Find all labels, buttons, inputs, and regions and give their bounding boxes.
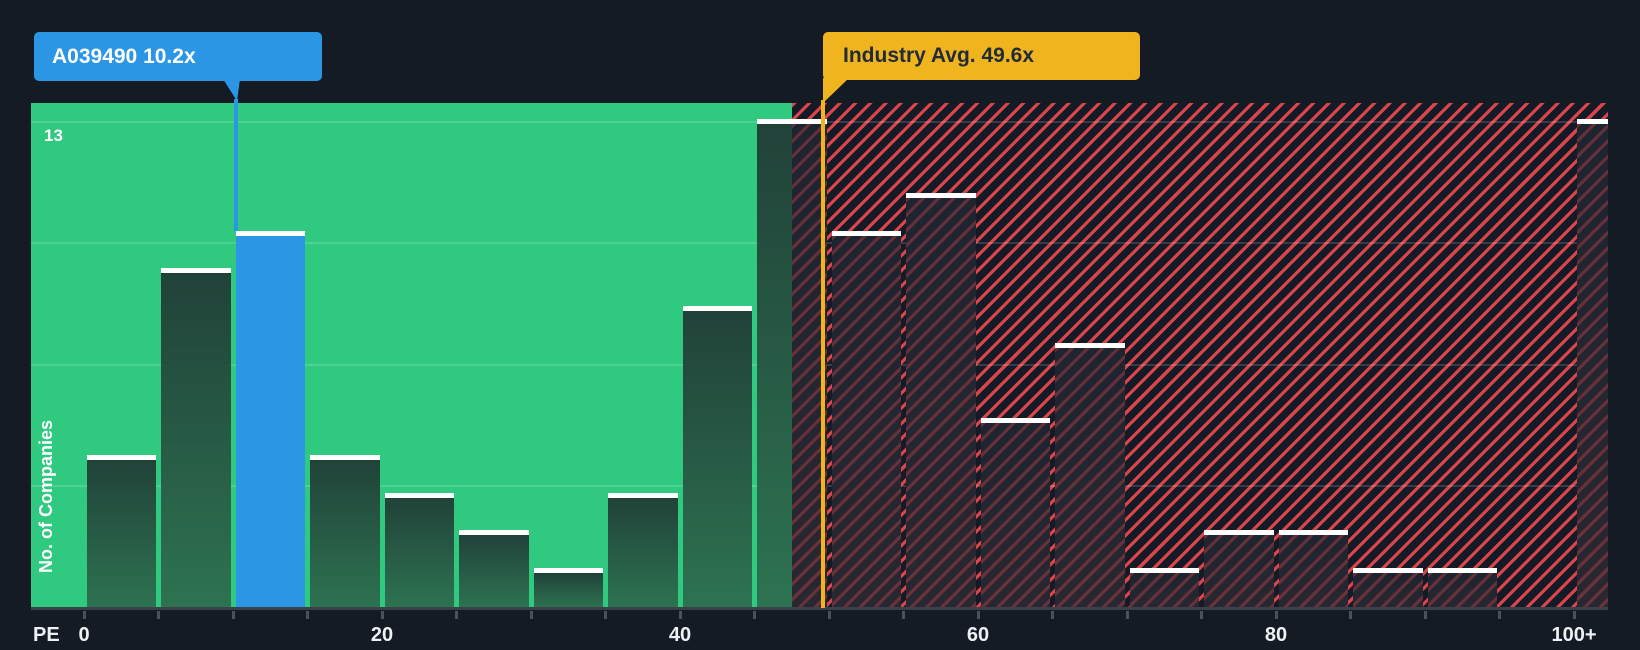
pe-histogram-chart: A039490 10.2x Industry Avg. 49.6x PE 13 …: [0, 0, 1640, 650]
x-axis-tick-label: 20: [370, 624, 394, 646]
histogram-bar[interactable]: [1055, 343, 1125, 608]
histogram-bar[interactable]: [980, 417, 1050, 608]
x-axis-tick: [1423, 611, 1427, 619]
x-axis-tick: [306, 611, 309, 619]
histogram-bar[interactable]: [384, 492, 454, 608]
x-axis-tick: [1274, 611, 1278, 619]
histogram-bar[interactable]: [757, 118, 792, 608]
histogram-bar[interactable]: [831, 230, 901, 608]
x-axis-tick: [678, 611, 682, 619]
x-axis-tick-label: 80: [1264, 624, 1288, 646]
x-axis-tick: [1051, 611, 1054, 619]
x-axis-tick: [827, 611, 831, 619]
company-marker-line: [233, 99, 238, 231]
x-axis-tick: [157, 611, 160, 619]
y-axis-title: No. of Companies: [36, 419, 56, 573]
y-axis-max-label: 13: [44, 126, 63, 145]
histogram-bar[interactable]: [1278, 530, 1348, 608]
histogram-bar[interactable]: [1129, 567, 1199, 608]
x-axis-title: PE: [33, 624, 60, 646]
x-axis-tick-label: 40: [668, 624, 692, 646]
x-axis-tick: [604, 611, 607, 619]
histogram-bar[interactable]: [1204, 530, 1274, 608]
company-callout-label: A039490 10.2x: [52, 44, 196, 68]
industry-avg-callout[interactable]: Industry Avg. 49.6x: [823, 32, 1140, 80]
x-axis-tick: [1572, 611, 1576, 619]
industry-avg-callout-label: Industry Avg. 49.6x: [843, 44, 1035, 67]
x-axis-tick-label: 100+: [1551, 624, 1597, 646]
x-axis-tick: [1349, 611, 1352, 619]
company-callout-pointer: [223, 79, 240, 101]
company-callout[interactable]: A039490 10.2x: [34, 32, 322, 81]
industry-avg-callout-pointer: [823, 78, 849, 103]
histogram-bar[interactable]: [533, 567, 603, 608]
x-axis-tick: [455, 611, 458, 619]
x-axis-tick: [1200, 611, 1203, 619]
x-axis-tick: [753, 611, 756, 619]
histogram-bar[interactable]: [608, 492, 678, 608]
histogram-bar[interactable]: [235, 230, 305, 608]
x-axis-tick-label: 60: [966, 624, 990, 646]
histogram-bar[interactable]: [682, 305, 752, 608]
x-axis-tick: [82, 611, 86, 619]
histogram-bar[interactable]: [1427, 567, 1497, 608]
x-axis-tick-label: 0: [78, 624, 90, 646]
histogram-bar[interactable]: [459, 530, 529, 608]
x-axis-tick: [231, 611, 235, 619]
x-axis-tick: [976, 611, 980, 619]
x-axis-tick: [1125, 611, 1129, 619]
x-axis-tick: [380, 611, 384, 619]
x-axis-tick: [529, 611, 533, 619]
industry-avg-marker-line: [821, 100, 825, 608]
histogram-bar[interactable]: [310, 455, 380, 608]
x-axis-tick: [902, 611, 905, 619]
x-axis-line: [31, 607, 1608, 610]
histogram-bar[interactable]: [86, 455, 156, 608]
histogram-bar[interactable]: [1576, 118, 1608, 608]
x-axis-tick: [1498, 611, 1501, 619]
histogram-bar[interactable]: [1353, 567, 1423, 608]
histogram-bar[interactable]: [906, 193, 976, 608]
histogram-bar[interactable]: [161, 268, 231, 608]
plot-area: [31, 103, 1608, 608]
